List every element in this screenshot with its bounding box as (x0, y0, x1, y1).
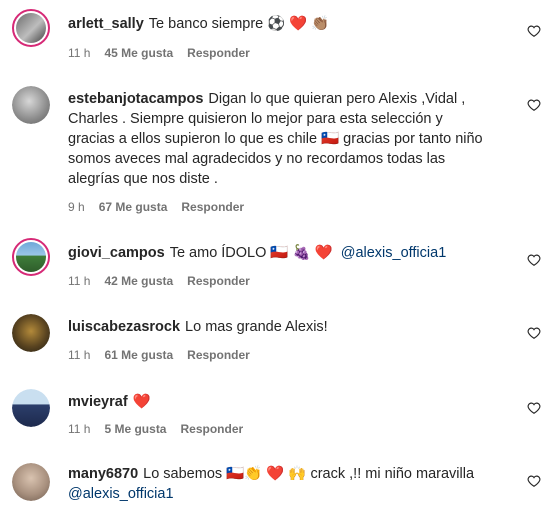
avatar[interactable] (12, 463, 50, 501)
heart-icon[interactable] (527, 401, 541, 415)
heart-icon[interactable] (527, 474, 541, 488)
avatar[interactable] (12, 9, 50, 47)
reply-button[interactable]: Responder (187, 348, 250, 362)
comment-meta: 11 h 61 Me gusta Responder (68, 348, 264, 362)
mention-link[interactable]: @alexis_officia1 (68, 486, 174, 502)
comment-username[interactable]: estebanjotacampos (68, 91, 203, 107)
avatar[interactable] (12, 389, 50, 427)
mention-link[interactable]: @alexis_officia1 (341, 245, 447, 261)
comment-username[interactable]: many6870 (68, 466, 138, 482)
comment-time[interactable]: 11 h (68, 348, 90, 362)
comment-username[interactable]: mvieyraf (68, 394, 128, 410)
comment-body: ❤️ (132, 394, 151, 410)
comment-body: Lo mas grande Alexis! (185, 319, 328, 335)
comment-likes[interactable]: 67 Me gusta (99, 200, 168, 214)
comment-meta: 11 h 42 Me gusta Responder (68, 274, 264, 288)
avatar[interactable] (12, 238, 50, 276)
comment-username[interactable]: arlett_sally (68, 16, 144, 32)
heart-icon[interactable] (527, 24, 541, 38)
comment-meta: 11 h 45 Me gusta Responder (68, 46, 264, 60)
reply-button[interactable]: Responder (187, 274, 250, 288)
avatar[interactable] (12, 314, 50, 352)
comment-username[interactable]: giovi_campos (68, 245, 165, 261)
comment-time[interactable]: 11 h (68, 274, 90, 288)
heart-icon[interactable] (527, 98, 541, 112)
comment-text-block: luiscabezasrock Lo mas grande Alexis! (68, 317, 488, 337)
reply-button[interactable]: Responder (180, 422, 243, 436)
comment-time[interactable]: 11 h (68, 46, 90, 60)
heart-icon[interactable] (527, 326, 541, 340)
comment-body: Lo sabemos 🇨🇱👏 ❤️ 🙌 crack ,!! mi niño ma… (143, 466, 475, 482)
comment-meta: 9 h 67 Me gusta Responder (68, 200, 258, 214)
reply-button[interactable]: Responder (181, 200, 244, 214)
comment-text-block: mvieyraf ❤️ (68, 392, 488, 412)
comment-time[interactable]: 11 h (68, 422, 90, 436)
heart-icon[interactable] (527, 253, 541, 267)
comment-likes[interactable]: 45 Me gusta (104, 46, 173, 60)
comment-time[interactable]: 9 h (68, 200, 85, 214)
avatar[interactable] (12, 86, 50, 124)
comment-meta: 11 h 5 Me gusta Responder (68, 422, 257, 436)
comment-body: Te banco siempre ⚽ ❤️ 👏🏽 (148, 16, 330, 32)
comment-username[interactable]: luiscabezasrock (68, 319, 180, 335)
comment-body: Te amo ÍDOLO 🇨🇱 🍇 ❤️ (169, 245, 333, 261)
comment-text-block: giovi_campos Te amo ÍDOLO 🇨🇱 🍇 ❤️ @alexis… (68, 243, 488, 263)
comment-text-block: estebanjotacampos Digan lo que quieran pe… (68, 89, 488, 189)
comment-text-block: many6870 Lo sabemos 🇨🇱👏 ❤️ 🙌 crack ,!! mi… (68, 464, 488, 504)
comment-likes[interactable]: 42 Me gusta (104, 274, 173, 288)
comment-likes[interactable]: 61 Me gusta (104, 348, 173, 362)
reply-button[interactable]: Responder (187, 46, 250, 60)
comment-text-block: arlett_sally Te banco siempre ⚽ ❤️ 👏🏽 (68, 14, 488, 34)
comment-likes[interactable]: 5 Me gusta (104, 422, 166, 436)
